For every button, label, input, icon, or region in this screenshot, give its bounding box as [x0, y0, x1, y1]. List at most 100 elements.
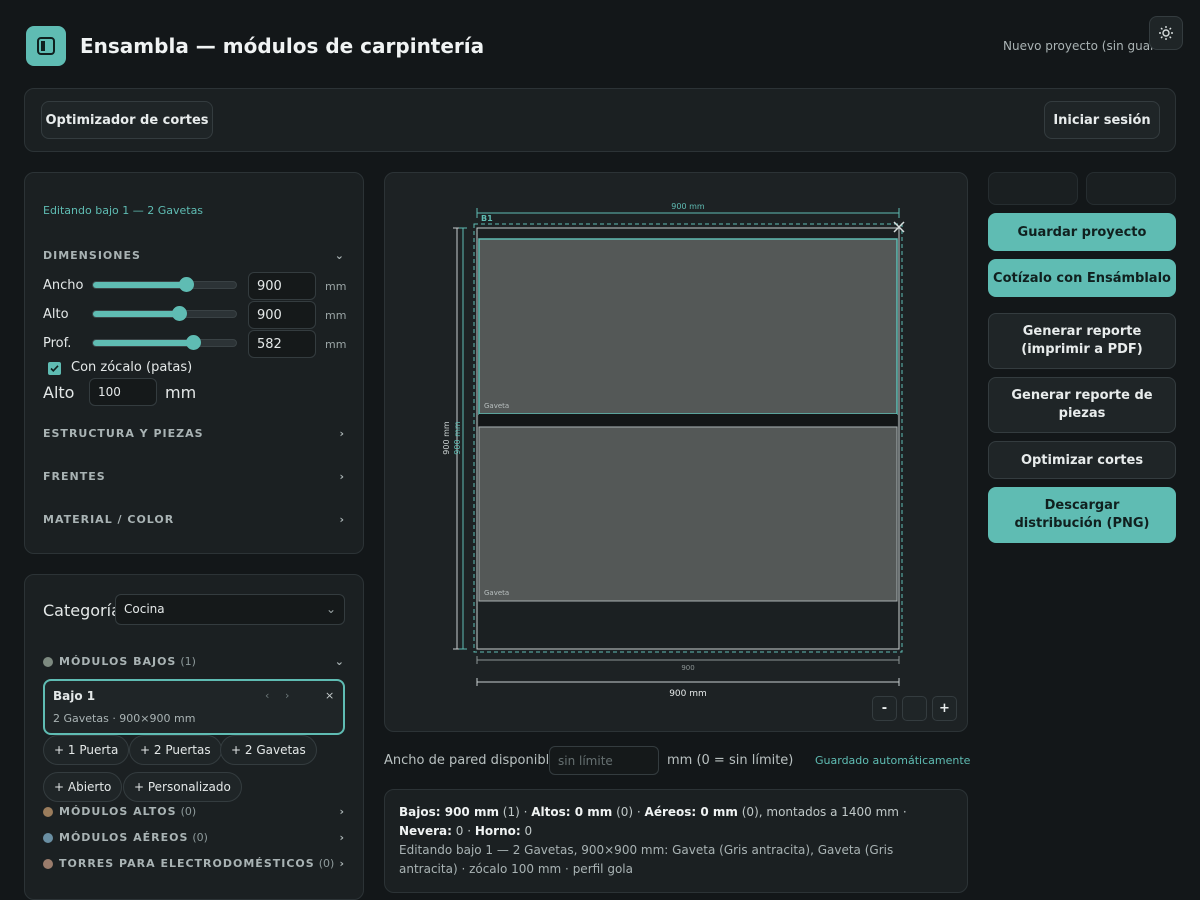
- tall-total: Altos: 0 mm: [531, 805, 613, 819]
- slider-handle[interactable]: [178, 277, 194, 292]
- summary-detail: Editando bajo 1 — 2 Gavetas, 900×900 mm:…: [399, 843, 894, 876]
- left-dimension-inner: 900 mm: [453, 421, 462, 455]
- structure-section-header[interactable]: ESTRUCTURA Y PIEZAS ›: [43, 427, 345, 440]
- height-label: Alto: [43, 307, 69, 322]
- report-parts-button[interactable]: Generar reporte de piezas: [988, 377, 1176, 433]
- chevron-down-icon: ⌄: [334, 655, 345, 668]
- summary-panel: Bajos: 900 mm (1) · Altos: 0 mm (0) · Aé…: [384, 789, 968, 893]
- download-png-button[interactable]: Descargar distribución (PNG): [988, 487, 1176, 543]
- editor-panel: Editando bajo 1 — 2 Gavetas DIMENSIONES ⌄…: [24, 172, 364, 554]
- top-dimension-label: 900 mm: [671, 202, 705, 211]
- autosave-status: Guardado automáticamente: [815, 754, 971, 767]
- catalog-panel: Categoría Cocina ⌄ MÓDULOS BAJOS (1) ⌄ Ba…: [24, 574, 364, 900]
- width-label: Ancho: [43, 278, 84, 293]
- oven-total: Horno:: [474, 824, 521, 838]
- toolbar: Optimizador de cortes Iniciar sesión: [24, 88, 1176, 152]
- login-button[interactable]: Iniciar sesión: [1044, 101, 1160, 139]
- app-title: Ensambla — módulos de carpintería: [80, 34, 485, 58]
- drawer-1-label: Gaveta: [484, 402, 509, 410]
- depth-label: Prof.: [43, 336, 72, 351]
- tall-modules-header[interactable]: MÓDULOS ALTOS (0) ›: [43, 805, 345, 818]
- summary-totals: Bajos: 900 mm (1) · Altos: 0 mm (0) · Aé…: [399, 803, 955, 879]
- appliance-towers-header[interactable]: TORRES PARA ELECTRODOMÉSTICOS (0) ›: [43, 857, 345, 870]
- drawer-2-label: Gaveta: [484, 589, 509, 597]
- cut-optimizer-button[interactable]: Optimizador de cortes: [41, 101, 213, 139]
- wall-width-hint: mm (0 = sin límite): [667, 753, 794, 768]
- add-one-door-button[interactable]: + 1 Puerta: [43, 735, 130, 765]
- category-label: Categoría: [43, 601, 121, 620]
- depth-slider[interactable]: [92, 335, 237, 350]
- zoom-out-button[interactable]: -: [872, 696, 897, 721]
- height-slider[interactable]: [92, 306, 237, 321]
- left-dimension-outer: 900 mm: [442, 421, 451, 455]
- plinth-checkbox[interactable]: [48, 362, 61, 375]
- width-unit: mm: [325, 280, 347, 293]
- chevron-right-icon: ›: [339, 470, 345, 483]
- quote-button[interactable]: Cotízalo con Ensámblalo: [988, 259, 1176, 297]
- sun-icon: [1159, 26, 1173, 40]
- wall-width-input[interactable]: sin límite: [549, 746, 659, 775]
- material-section-header[interactable]: MATERIAL / COLOR ›: [43, 513, 345, 526]
- plinth-label: Con zócalo (patas): [71, 360, 193, 375]
- low-modules-header[interactable]: MÓDULOS BAJOS (1) ⌄: [43, 655, 345, 668]
- editor-heading: Editando bajo 1 — 2 Gavetas: [43, 204, 204, 217]
- fronts-section-header[interactable]: FRENTES ›: [43, 470, 345, 483]
- move-left-icon[interactable]: ‹: [265, 689, 269, 702]
- zoom-reset-button[interactable]: [902, 696, 927, 721]
- chevron-down-icon: ⌄: [325, 602, 336, 616]
- slider-handle[interactable]: [186, 335, 202, 350]
- aerial-total: Aéreos: 0 mm: [644, 805, 738, 819]
- chevron-right-icon: ›: [339, 857, 345, 870]
- aerial-modules-header[interactable]: MÓDULOS AÉREOS (0) ›: [43, 831, 345, 844]
- chevron-right-icon: ›: [339, 805, 345, 818]
- report-pdf-button[interactable]: Generar reporte (imprimir a PDF): [988, 313, 1176, 369]
- zoom-in-button[interactable]: +: [932, 696, 957, 721]
- bottom-dimension-label: 900 mm: [669, 689, 707, 699]
- move-right-icon[interactable]: ›: [285, 689, 289, 702]
- bottom-dimension-small: 900: [681, 664, 694, 672]
- chevron-right-icon: ›: [339, 831, 345, 844]
- low-total: Bajos: 900 mm: [399, 805, 499, 819]
- height-input[interactable]: 900: [248, 301, 316, 329]
- add-two-drawers-button[interactable]: + 2 Gavetas: [220, 735, 317, 765]
- optimize-cuts-button[interactable]: Optimizar cortes: [988, 441, 1176, 479]
- placeholder-button-2[interactable]: [1086, 172, 1176, 205]
- category-select[interactable]: Cocina ⌄: [115, 594, 345, 625]
- theme-toggle-button[interactable]: [1149, 16, 1183, 50]
- module-description: 2 Gavetas · 900×900 mm: [53, 712, 196, 725]
- module-tag: B1: [481, 214, 493, 223]
- chevron-right-icon: ›: [339, 427, 345, 440]
- save-project-button[interactable]: Guardar proyecto: [988, 213, 1176, 251]
- check-icon: [50, 365, 59, 372]
- height-unit: mm: [325, 309, 347, 322]
- app-logo: [26, 26, 66, 66]
- wall-width-placeholder: sin límite: [558, 754, 613, 768]
- add-open-button[interactable]: + Abierto: [43, 772, 123, 802]
- close-icon[interactable]: ×: [325, 689, 334, 702]
- dimensions-section-header[interactable]: DIMENSIONES ⌄: [43, 249, 345, 262]
- category-dot: [43, 656, 53, 667]
- module-name: Bajo 1: [53, 689, 96, 703]
- module-card-bajo-1[interactable]: Bajo 1 2 Gavetas · 900×900 mm ‹ › ×: [43, 679, 345, 735]
- module-drawing: 900 mm B1 Gaveta Gaveta 900 mm 900 mm 90…: [442, 202, 905, 699]
- chevron-down-icon: ⌄: [334, 249, 345, 262]
- placeholder-button-1[interactable]: [988, 172, 1078, 205]
- fridge-total: Nevera:: [399, 824, 452, 838]
- plinth-unit: mm: [165, 383, 197, 402]
- book-icon: [37, 37, 55, 55]
- wall-width-label: Ancho de pared disponible: [384, 753, 558, 768]
- plinth-height-label: Alto: [43, 383, 75, 402]
- category-dot: [43, 858, 53, 869]
- category-dot: [43, 806, 53, 817]
- category-dot: [43, 832, 53, 843]
- add-two-doors-button[interactable]: + 2 Puertas: [129, 735, 222, 765]
- depth-input[interactable]: 582: [248, 330, 316, 358]
- canvas-panel: 900 mm B1 Gaveta Gaveta 900 mm 900 mm 90…: [384, 172, 968, 732]
- add-custom-button[interactable]: + Personalizado: [123, 772, 242, 802]
- plinth-height-input[interactable]: 100: [89, 378, 157, 406]
- width-input[interactable]: 900: [248, 272, 316, 300]
- width-slider[interactable]: [92, 277, 237, 292]
- slider-handle[interactable]: [171, 306, 187, 321]
- chevron-right-icon: ›: [339, 513, 345, 526]
- depth-unit: mm: [325, 338, 347, 351]
